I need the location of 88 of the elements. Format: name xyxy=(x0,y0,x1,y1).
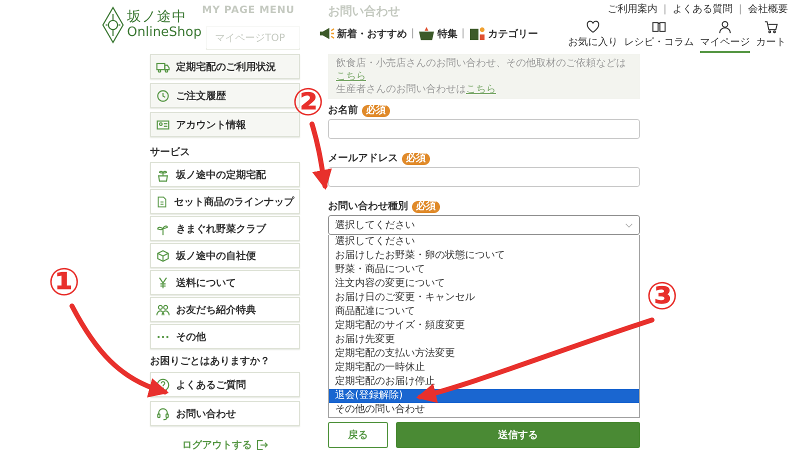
basket-icon xyxy=(418,26,436,41)
menu-item-label: 坂ノ途中の自社便 xyxy=(176,250,256,262)
document-icon xyxy=(156,194,168,208)
annotation-number: ① xyxy=(48,262,80,302)
top-link[interactable]: 会社概要 xyxy=(748,2,788,16)
nav-link[interactable]: カテゴリー xyxy=(488,26,538,40)
menu-item[interactable]: きまぐれ野菜クラブ xyxy=(150,216,300,241)
header-icon-button[interactable]: お気に入り xyxy=(568,20,618,53)
menu-item[interactable]: セット商品のラインナップ xyxy=(150,189,300,214)
person-icon xyxy=(718,20,732,34)
top-link[interactable]: よくある質問 xyxy=(672,2,733,16)
dropdown-option[interactable]: 定期宅配の一時休止 xyxy=(329,361,639,375)
submit-button[interactable]: 送信する xyxy=(396,422,640,448)
menu-item-label: 送料について xyxy=(176,276,236,290)
logo-title: 坂ノ途中 xyxy=(127,10,188,25)
book-icon xyxy=(652,20,666,34)
menu-item-label: その他 xyxy=(176,330,206,344)
notice-text: 飲食店・小売店さんのお問い合わせ、その他取材のご依頼などは こちら xyxy=(336,57,627,83)
section-heading: サービス xyxy=(150,147,191,159)
required-badge: 必須 xyxy=(402,153,430,165)
required-badge: 必須 xyxy=(412,201,440,213)
clock-icon xyxy=(156,88,170,102)
nav-link[interactable]: 特集 xyxy=(437,26,458,40)
field-label: お問い合わせ種別 xyxy=(328,201,408,213)
dropdown-option[interactable]: 定期宅配のサイズ・頻度変更 xyxy=(329,319,639,333)
menu-item[interactable]: よくあるご質問 xyxy=(150,372,300,397)
section-heading: お困りごとはありますか？ xyxy=(150,356,271,368)
menu-item-label: 定期宅配のご利用状況 xyxy=(176,60,276,74)
input-field[interactable] xyxy=(328,119,640,139)
annotation-number: ③ xyxy=(646,276,678,316)
header-icon-button[interactable]: マイページ xyxy=(700,20,750,53)
input-field[interactable] xyxy=(328,167,640,187)
nav-link[interactable]: 新着・おすすめ xyxy=(337,26,407,40)
menu-item[interactable]: お問い合わせ xyxy=(150,401,300,426)
field-label: メールアドレス xyxy=(328,153,398,165)
id-card-icon xyxy=(156,118,170,132)
box-icon xyxy=(156,248,170,262)
dropdown-option[interactable]: 野菜・商品について xyxy=(329,263,639,277)
menu-item-label: ご注文履歴 xyxy=(176,89,226,102)
separator: | xyxy=(411,28,414,39)
logout-icon xyxy=(256,439,268,450)
menu-heading: MY PAGE MENU xyxy=(202,4,295,18)
dropdown-option[interactable]: お届け日のご変更・キャンセル xyxy=(329,291,639,305)
heart-icon xyxy=(586,20,600,34)
dropdown-option[interactable]: 選択してください xyxy=(329,235,639,249)
menu-item-label: 坂ノ途中の定期宅配 xyxy=(176,168,266,182)
dropdown-option[interactable]: お届け先変更 xyxy=(329,333,639,347)
menu-item-label: よくあるご質問 xyxy=(176,378,246,392)
menu-item[interactable]: 坂ノ途中の自社便 xyxy=(150,243,300,268)
menu-item-label: アカウント情報 xyxy=(176,118,246,132)
people-icon xyxy=(156,302,170,316)
megaphone-icon xyxy=(318,26,335,41)
menu-item[interactable]: 定期宅配のご利用状況 xyxy=(150,54,300,79)
dropdown-option[interactable]: 定期宅配の支払い方法変更 xyxy=(329,347,639,361)
menu-item[interactable]: 坂ノ途中の定期宅配 xyxy=(150,162,300,187)
page-title: お問い合わせ xyxy=(328,4,400,18)
required-badge: 必須 xyxy=(362,105,390,117)
question-icon xyxy=(156,378,170,392)
separator: | xyxy=(663,4,667,14)
dropdown-option[interactable]: 退会(登録解除) xyxy=(329,389,639,403)
logo-emblem-icon xyxy=(102,6,124,44)
yen-icon xyxy=(156,276,170,290)
select-field[interactable]: 選択してください xyxy=(328,215,640,235)
menu-item-label: きまぐれ野菜クラブ xyxy=(176,222,266,236)
dropdown-option[interactable]: 商品配達について xyxy=(329,305,639,319)
field-label: お名前 xyxy=(328,105,358,117)
menu-item-label: お友だち紹介特典 xyxy=(176,304,256,316)
dropdown-option[interactable]: お届けしたお野菜・卵の状態について xyxy=(329,249,639,263)
headset-icon xyxy=(156,406,170,420)
cart-icon xyxy=(764,20,778,34)
dropdown-option[interactable]: その他の問い合わせ xyxy=(329,403,639,417)
menu-item[interactable]: 送料について xyxy=(150,270,300,295)
dropdown-option[interactable]: 注文内容の変更について xyxy=(329,277,639,291)
header-icon-button[interactable]: カート xyxy=(756,20,786,53)
dropdown-option[interactable]: 定期宅配のお届け停止 xyxy=(329,375,639,389)
menu-item[interactable]: お友だち紹介特典 xyxy=(150,297,300,322)
menu-item[interactable]: その他 xyxy=(150,324,300,349)
separator: | xyxy=(738,4,742,14)
logo-subtitle: OnlineShop xyxy=(127,25,202,40)
menu-item-label: セット商品のラインナップ xyxy=(174,195,294,208)
menu-item-label: お問い合わせ xyxy=(176,408,236,420)
chevron-icon xyxy=(625,222,633,228)
category-icon xyxy=(468,26,486,41)
notice-text: 生産者さんのお問い合わせはこちら xyxy=(336,83,497,96)
top-link[interactable]: ご利用案内 xyxy=(607,2,658,16)
separator: | xyxy=(461,28,465,39)
menu-item[interactable]: アカウント情報 xyxy=(150,112,300,137)
header-icon-button[interactable]: レシピ・コラム xyxy=(624,20,694,53)
